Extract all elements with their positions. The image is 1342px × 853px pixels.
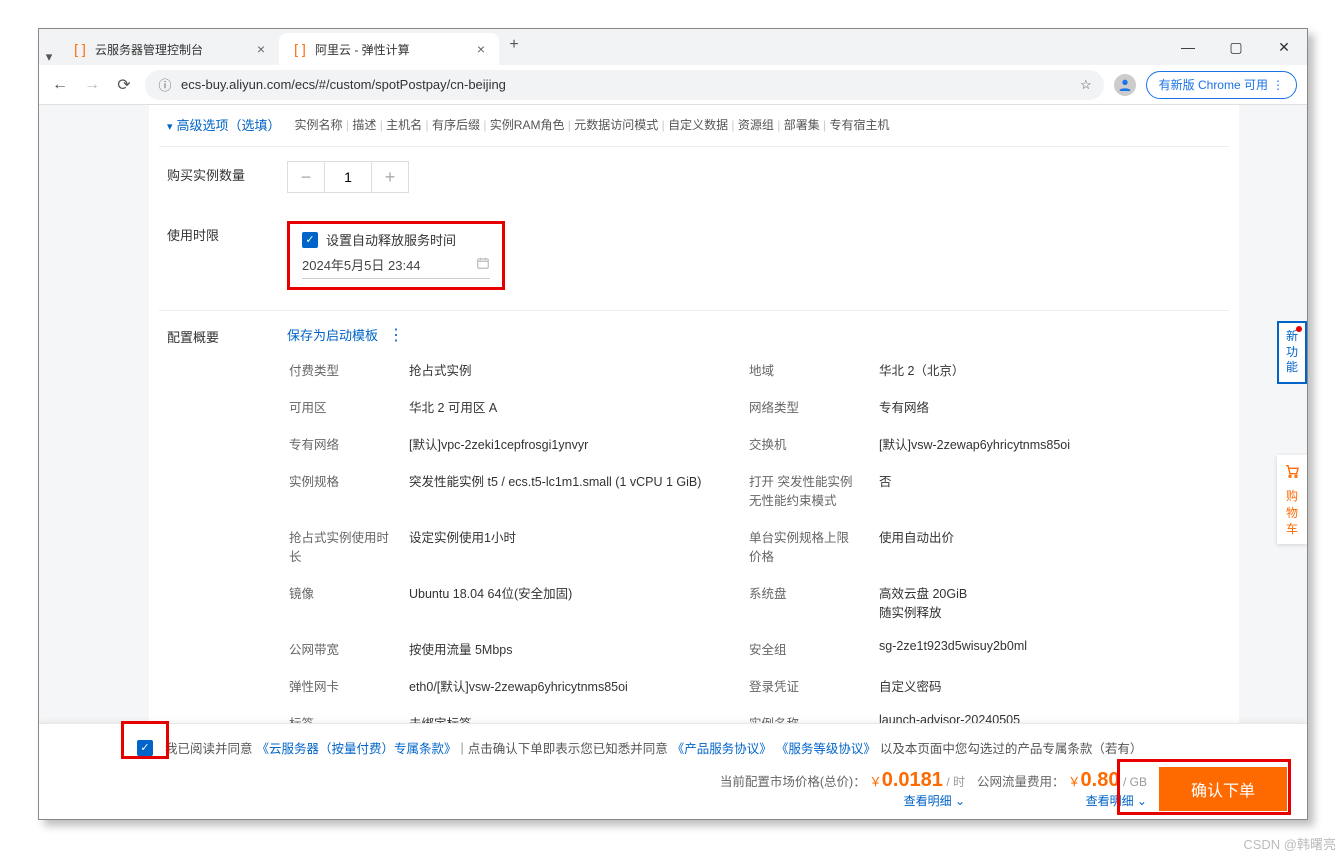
close-icon[interactable]: ×	[477, 41, 485, 57]
watermark: CSDN @韩曙亮	[1243, 834, 1336, 853]
url-input[interactable]: ⓘ ecs-buy.aliyun.com/ecs/#/custom/spotPo…	[145, 70, 1104, 100]
tab-dropdown[interactable]: ▾	[39, 49, 59, 65]
chevron-down-icon: ⌄	[1137, 794, 1147, 808]
profile-icon[interactable]	[1114, 74, 1136, 96]
duration-label: 使用时限	[167, 221, 287, 244]
aliyun-icon: [ ]	[293, 42, 307, 56]
tab-1[interactable]: [ ] 云服务器管理控制台 ×	[59, 33, 279, 65]
advanced-options-list: 实例名称描述主机名有序后缀实例RAM角色元数据访问模式自定义数据资源组部署集专有…	[295, 116, 890, 133]
bookmark-icon[interactable]: ☆	[1080, 77, 1092, 93]
close-icon[interactable]: ×	[257, 41, 265, 57]
tab-2[interactable]: [ ] 阿里云 - 弹性计算 ×	[279, 33, 499, 65]
site-info-icon[interactable]: ⓘ	[157, 75, 173, 94]
back-button[interactable]: ←	[49, 76, 71, 94]
price-detail-link[interactable]: 查看明细 ⌄	[904, 794, 965, 808]
quantity-stepper[interactable]: − +	[287, 161, 409, 193]
net-price-label: 公网流量费用：	[977, 775, 1065, 789]
net-detail-link[interactable]: 查看明细 ⌄	[1086, 794, 1147, 808]
decrement-button[interactable]: −	[288, 162, 324, 192]
reload-button[interactable]: ⟳	[113, 75, 135, 95]
shopping-cart-tab[interactable]: 购 物 车	[1277, 455, 1307, 544]
net-price-value: 0.80	[1081, 769, 1120, 791]
calendar-icon	[476, 256, 490, 273]
price-label: 当前配置市场价格(总价)：	[720, 775, 866, 789]
forward-button[interactable]: →	[81, 76, 103, 94]
auto-release-label: 设置自动释放服务时间	[326, 230, 456, 249]
tab-2-title: 阿里云 - 弹性计算	[315, 41, 410, 58]
advanced-options-toggle[interactable]: 高级选项（选填）	[167, 115, 281, 134]
sla-link[interactable]: 《服务等级协议》	[776, 738, 876, 757]
browser-tabbar: ▾ [ ] 云服务器管理控制台 × [ ] 阿里云 - 弹性计算 × + — ▢…	[39, 29, 1307, 65]
save-template-link[interactable]: 保存为启动模板	[287, 325, 378, 344]
quantity-label: 购买实例数量	[167, 161, 287, 184]
terms-link[interactable]: 《云服务器（按量付费）专属条款》	[257, 738, 457, 757]
quantity-input[interactable]	[325, 168, 371, 186]
auto-release-checkbox[interactable]	[302, 232, 318, 248]
summary-menu-icon[interactable]: ⋮	[388, 325, 403, 345]
config-summary: 付费类型抢占式实例 地域华北 2（北京） 可用区华北 2 可用区 A 网络类型专…	[159, 356, 1229, 732]
cart-icon	[1283, 463, 1301, 479]
kebab-icon: ⋮	[1272, 78, 1284, 92]
chrome-update-pill[interactable]: 有新版 Chrome 可用 ⋮	[1146, 71, 1297, 99]
confirm-order-button[interactable]: 确认下单	[1159, 767, 1287, 811]
new-tab-button[interactable]: +	[499, 36, 529, 58]
agree-checkbox[interactable]	[137, 740, 153, 756]
release-datetime-input[interactable]: 2024年5月5日 23:44	[302, 255, 490, 279]
agree-prefix: 我已阅读并同意	[165, 738, 253, 757]
service-agreement-link[interactable]: 《产品服务协议》	[672, 738, 772, 757]
close-window-button[interactable]: ✕	[1261, 29, 1307, 65]
tab-1-title: 云服务器管理控制台	[95, 41, 203, 58]
price-value: 0.0181	[882, 769, 943, 791]
browser-addressbar: ← → ⟳ ⓘ ecs-buy.aliyun.com/ecs/#/custom/…	[39, 65, 1307, 105]
chevron-down-icon: ⌄	[955, 794, 965, 808]
auto-release-highlight: 设置自动释放服务时间 2024年5月5日 23:44	[287, 221, 505, 290]
minimize-button[interactable]: —	[1165, 29, 1211, 65]
aliyun-icon: [ ]	[73, 42, 87, 56]
maximize-button[interactable]: ▢	[1213, 29, 1259, 65]
increment-button[interactable]: +	[372, 162, 408, 192]
summary-label: 配置概要	[167, 323, 287, 346]
new-features-tab[interactable]: 新 功 能	[1277, 321, 1307, 384]
url-text: ecs-buy.aliyun.com/ecs/#/custom/spotPost…	[181, 77, 506, 92]
